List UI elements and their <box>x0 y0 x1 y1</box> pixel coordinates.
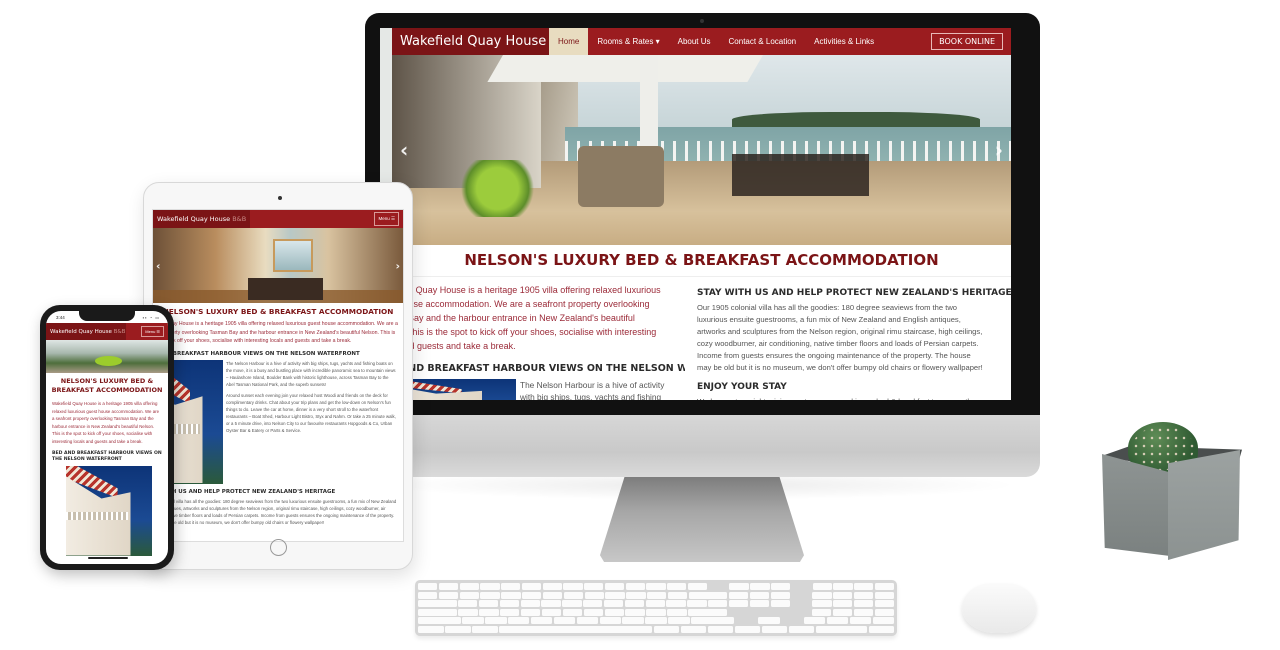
brand-name: Wakefield Quay House <box>157 215 231 223</box>
intro-text: Wakefield Quay House is a heritage 1905 … <box>52 401 160 444</box>
book-online-button[interactable]: BOOK ONLINE <box>931 33 1003 50</box>
mobile-navbar: Wakefield Quay House B&B Menu ☰ <box>46 323 168 340</box>
intro-line: Nelson. This is the spot to kick off you… <box>380 327 657 337</box>
brand-name: Wakefield Quay House <box>400 34 547 49</box>
harbour-heading: BED AND BREAKFAST HARBOUR VIEWS ON THE N… <box>152 350 360 357</box>
main-heading: NELSON'S LUXURY BED & BREAKFAST ACCOMMOD… <box>51 377 163 394</box>
site-logo[interactable]: Wakefield Quay House B&B <box>153 210 250 228</box>
iphone-device: 3:44 ▪▪ ◔ ▭ Wakefield Quay House B&B Men… <box>40 305 174 570</box>
brand-suffix: B&B <box>113 328 126 335</box>
phone-notch <box>79 311 135 321</box>
home-button[interactable] <box>270 539 287 556</box>
hero-carousel-image: ‹ › <box>153 228 403 303</box>
desktop-website: Wakefield Quay House B&B Home Rooms & Ra… <box>380 28 1011 400</box>
mobile-website: 3:44 ▪▪ ◔ ▭ Wakefield Quay House B&B Men… <box>46 311 168 564</box>
nav-about-us[interactable]: About Us <box>669 28 720 55</box>
ipad-device: Wakefield Quay House B&B Menu ☰ ‹ › NELS… <box>143 182 413 570</box>
heritage-heading: STAY WITH US AND HELP PROTECT NEW ZEALAN… <box>152 488 336 495</box>
carousel-prev-icon[interactable]: ‹ <box>156 259 161 272</box>
harbour-text: The Nelson Harbour is a hive of activity… <box>226 360 396 387</box>
site-logo[interactable]: Wakefield Quay House B&B <box>392 28 578 55</box>
imac-stand <box>600 477 804 562</box>
carousel-next-icon[interactable]: › <box>395 259 400 272</box>
nav-activities-links[interactable]: Activities & Links <box>805 28 883 55</box>
harbour-heading: BED AND BREAKFAST HARBOUR VIEWS ON THE N… <box>52 450 162 462</box>
brand-name: Wakefield Quay House <box>50 328 112 335</box>
menu-button[interactable]: Menu ☰ <box>141 326 164 337</box>
intro-line: Tasman Bay and the harbour entrance in N… <box>380 313 635 323</box>
menu-button[interactable]: Menu ☰ <box>374 212 399 226</box>
hero-carousel-image <box>46 340 168 373</box>
nav-rooms-rates[interactable]: Rooms & Rates ▾ <box>588 28 668 55</box>
left-column: Wakefield Quay House is a heritage 1905 … <box>380 283 685 400</box>
brand-suffix: B&B <box>232 215 247 223</box>
sunset-text: Around sunset each evening join your rel… <box>226 392 396 433</box>
imac-camera <box>700 19 704 23</box>
home-indicator <box>88 557 128 559</box>
harbour-text: The Nelson Harbour is a hive of activity… <box>520 380 665 400</box>
tablet-navbar: Wakefield Quay House B&B Menu ☰ <box>153 210 403 228</box>
main-heading: NELSON'S LUXURY BED & BREAKFAST ACCOMMOD… <box>162 307 394 316</box>
intro-line: Wakefield Quay House is a heritage 1905 … <box>380 285 661 295</box>
status-time: 3:44 <box>56 314 65 320</box>
site-logo[interactable]: Wakefield Quay House B&B <box>46 323 126 340</box>
nav-contact-location[interactable]: Contact & Location <box>720 28 806 55</box>
enjoy-heading: ENJOY YOUR STAY <box>697 382 787 392</box>
ipad-camera <box>278 196 282 200</box>
harbour-heading: BED AND BREAKFAST HARBOUR VIEWS ON THE N… <box>392 363 685 374</box>
signal-battery-icon: ▪▪ ◔ ▭ <box>142 314 160 320</box>
intro-line: locals and guests and take a break. <box>380 341 516 351</box>
enjoy-text: We have a two night minimum stay year ro… <box>697 396 985 400</box>
carousel-prev-icon[interactable]: ‹ <box>400 138 408 162</box>
main-heading: NELSON'S LUXURY BED & BREAKFAST ACCOMMOD… <box>392 245 1011 277</box>
tablet-website: Wakefield Quay House B&B Menu ☰ ‹ › NELS… <box>152 209 404 542</box>
mouse <box>962 583 1036 633</box>
heritage-text: Our 1905 colonial villa has all the good… <box>152 498 397 525</box>
cactus-plant <box>1100 422 1242 560</box>
right-column: STAY WITH US AND HELP PROTECT NEW ZEALAN… <box>685 283 1011 400</box>
carousel-next-icon[interactable]: › <box>995 138 1003 162</box>
hero-carousel-image: ‹ › <box>392 55 1011 245</box>
intro-text: Wakefield Quay House is a heritage 1905 … <box>152 321 398 344</box>
imac-chin <box>365 415 1040 477</box>
content-columns: Wakefield Quay House is a heritage 1905 … <box>392 277 1011 400</box>
villa-photo <box>66 465 152 556</box>
heritage-text: Our 1905 colonial villa has all the good… <box>697 303 983 372</box>
nav-home[interactable]: Home <box>549 28 589 55</box>
intro-line: guest house accommodation. We are a seaf… <box>380 299 650 309</box>
keyboard <box>415 580 897 636</box>
heritage-heading: STAY WITH US AND HELP PROTECT NEW ZEALAN… <box>697 288 1011 298</box>
desktop-navbar: Wakefield Quay House B&B Home Rooms & Ra… <box>392 28 1011 55</box>
